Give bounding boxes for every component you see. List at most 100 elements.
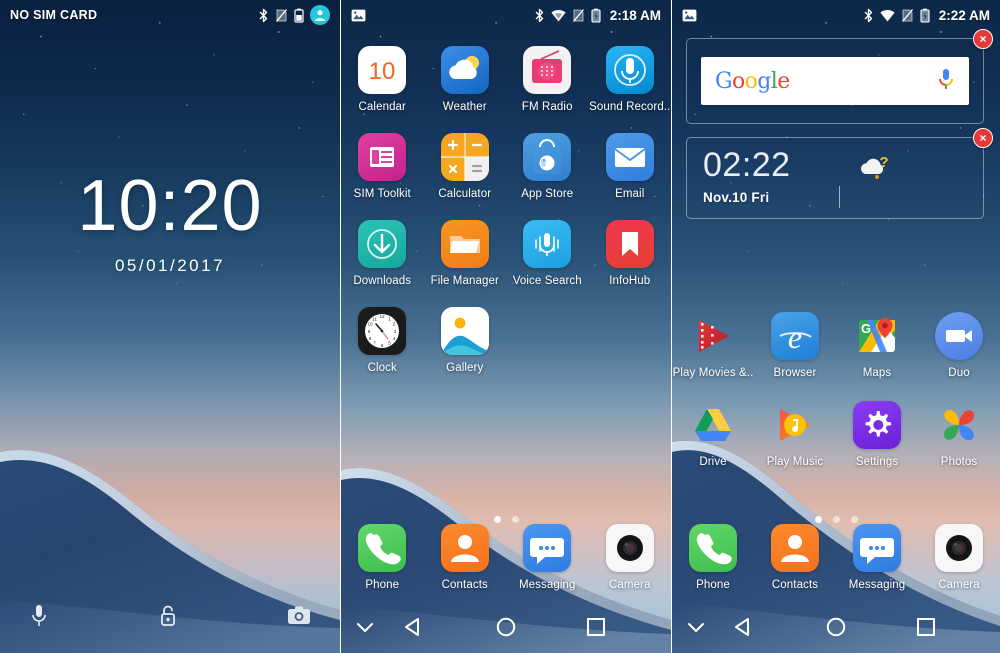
back-icon[interactable] <box>402 616 424 638</box>
app-duo[interactable]: Duo <box>918 312 1000 379</box>
google-mic-icon[interactable] <box>937 67 955 96</box>
app-label: InfoHub <box>609 275 651 287</box>
camera-app-icon <box>935 524 983 572</box>
dock-messaging[interactable]: Messaging <box>506 524 589 591</box>
statusbar-clock: 2:22 AM <box>938 7 990 23</box>
lockscreen-shortcuts <box>0 597 340 639</box>
app-sim-toolkit[interactable]: SIM Toolkit <box>341 133 424 200</box>
app-label: Calculator <box>438 188 492 200</box>
dock-contacts[interactable]: Contacts <box>754 524 836 591</box>
dock-messaging[interactable]: Messaging <box>836 524 918 591</box>
app-grid-page-1: 10 Calendar Weather FM Radio Sound Recor… <box>341 46 671 374</box>
dock-contacts[interactable]: Contacts <box>424 524 507 591</box>
camera-icon[interactable] <box>286 603 312 634</box>
search-input[interactable]: Google <box>701 57 969 105</box>
statusbar-lockscreen: NO SIM CARD <box>0 0 340 30</box>
app-label: Drive <box>699 456 727 468</box>
home-icon[interactable] <box>495 616 517 638</box>
unlock-icon[interactable] <box>156 602 180 635</box>
app-row: 10 Calendar Weather FM Radio Sound Recor… <box>341 46 671 113</box>
duo-icon <box>935 312 983 360</box>
google-logo: Google <box>715 68 790 94</box>
dock-camera[interactable]: Camera <box>918 524 1000 591</box>
photos-icon <box>935 401 983 449</box>
email-icon <box>605 133 654 181</box>
home-icon[interactable] <box>825 616 847 638</box>
dock-phone[interactable]: Phone <box>341 524 424 591</box>
sim-toolkit-icon <box>358 133 407 181</box>
app-label: Calendar <box>358 101 406 113</box>
app-fm-radio[interactable]: FM Radio <box>506 46 589 113</box>
page-dot[interactable] <box>511 516 519 523</box>
battery-charging-icon <box>591 8 601 23</box>
app-photos[interactable]: Photos <box>918 401 1000 468</box>
cloud-unknown-weather-icon: ? <box>857 152 895 187</box>
svg-text:12: 12 <box>380 314 386 319</box>
app-voice-search[interactable]: Voice Search <box>506 220 589 287</box>
svg-text:3: 3 <box>394 329 397 334</box>
app-row: Drive Play Music Settings Photos <box>672 401 1000 468</box>
app-label: SIM Toolkit <box>353 188 411 200</box>
app-maps[interactable]: G Maps <box>836 312 918 379</box>
app-sound-recorder[interactable]: Sound Record.. <box>589 46 672 113</box>
navbar-page-1 <box>341 601 671 653</box>
chevron-down-icon[interactable] <box>686 620 706 634</box>
app-calendar[interactable]: 10 Calendar <box>341 46 424 113</box>
google-search-widget[interactable]: × Google <box>686 29 993 124</box>
app-label: Clock <box>367 362 397 374</box>
svg-text:G: G <box>861 321 871 336</box>
chevron-down-icon[interactable] <box>355 620 375 634</box>
page-dot[interactable] <box>814 516 822 523</box>
page-dot[interactable] <box>832 516 840 523</box>
app-label: Phone <box>365 579 400 591</box>
remove-search-widget-button[interactable]: × <box>973 29 993 49</box>
page-dot[interactable] <box>493 516 501 523</box>
svg-text:2: 2 <box>393 322 396 327</box>
messaging-icon <box>853 524 901 572</box>
voice-search-icon <box>523 220 572 268</box>
clock-weather-widget[interactable]: × 02:22 Nov.10 Fri ? <box>686 128 993 219</box>
app-downloads[interactable]: Downloads <box>341 220 424 287</box>
svg-text:1: 1 <box>388 317 391 322</box>
remove-clock-widget-button[interactable]: × <box>973 128 993 148</box>
recents-icon[interactable] <box>586 617 606 637</box>
statusbar-right: 2:22 AM <box>863 8 990 23</box>
page-indicator <box>341 516 671 523</box>
app-row: 12 3 69 12 45 78 10 11 Clock Gallery <box>341 307 671 374</box>
app-file-manager[interactable]: File Manager <box>424 220 507 287</box>
lockscreen-clock: 10:20 05/01/2017 <box>0 170 340 276</box>
app-infohub[interactable]: InfoHub <box>589 220 672 287</box>
app-label: Messaging <box>518 579 576 591</box>
app-clock[interactable]: 12 3 6 9 12 45 78 10 11 Clock <box>341 307 424 374</box>
messaging-icon <box>523 524 572 572</box>
app-row: Play Movies &.. e Browser G Maps Duo <box>672 312 1000 379</box>
statusbar-left: NO SIM CARD <box>10 8 97 22</box>
app-label: App Store <box>521 188 574 200</box>
app-gallery[interactable]: Gallery <box>424 307 507 374</box>
app-settings[interactable]: Settings <box>836 401 918 468</box>
voice-assistant-icon[interactable] <box>28 602 50 635</box>
app-label: Duo <box>948 367 970 379</box>
contacts-icon <box>771 524 819 572</box>
dock-phone[interactable]: Phone <box>672 524 754 591</box>
app-app-store[interactable]: App Store <box>506 133 589 200</box>
app-weather[interactable]: Weather <box>424 46 507 113</box>
recents-icon[interactable] <box>916 617 936 637</box>
app-email[interactable]: Email <box>589 133 672 200</box>
statusbar-left <box>682 9 697 22</box>
app-play-movies[interactable]: Play Movies &.. <box>672 312 754 379</box>
account-avatar-icon[interactable] <box>310 5 330 25</box>
app-label: Play Movies &.. <box>672 367 754 379</box>
wifi-icon <box>551 9 566 21</box>
app-browser[interactable]: e Browser <box>754 312 836 379</box>
dock-camera[interactable]: Camera <box>589 524 672 591</box>
app-row: SIM Toolkit Calculator App Store Email <box>341 133 671 200</box>
back-icon[interactable] <box>732 616 754 638</box>
page-dot[interactable] <box>850 516 858 523</box>
phone-icon <box>689 524 737 572</box>
app-drive[interactable]: Drive <box>672 401 754 468</box>
photo-notification-icon <box>351 9 366 21</box>
calculator-icon <box>440 133 489 181</box>
app-calculator[interactable]: Calculator <box>424 133 507 200</box>
app-play-music[interactable]: Play Music <box>754 401 836 468</box>
